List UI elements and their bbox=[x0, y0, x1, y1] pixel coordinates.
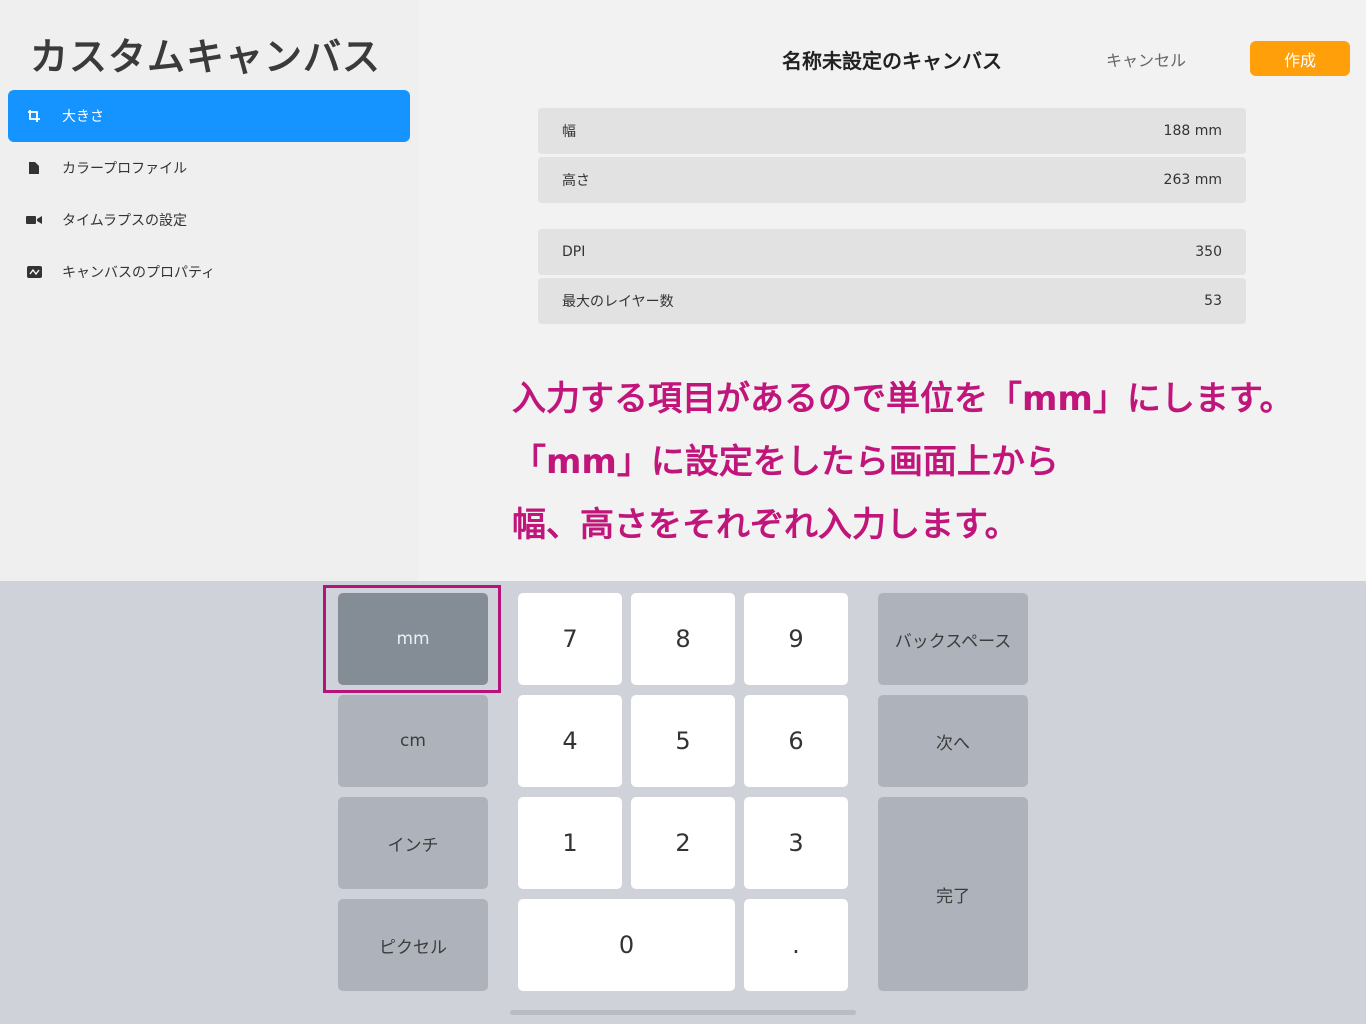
field-value: 53 bbox=[1204, 293, 1222, 309]
digit-2-key[interactable]: 2 bbox=[631, 797, 735, 889]
sidebar-title: カスタムキャンバス bbox=[30, 35, 382, 79]
digit-0-key[interactable]: 0 bbox=[518, 899, 735, 991]
digit-5-key[interactable]: 5 bbox=[631, 695, 735, 787]
done-key[interactable]: 完了 bbox=[878, 797, 1028, 991]
digit-7-key[interactable]: 7 bbox=[518, 593, 622, 685]
field-label: 幅 bbox=[562, 124, 576, 140]
video-camera-icon bbox=[26, 212, 42, 228]
height-field[interactable]: 高さ 263 mm bbox=[538, 157, 1246, 203]
backspace-key[interactable]: バックスペース bbox=[878, 593, 1028, 685]
field-label: 高さ bbox=[562, 173, 590, 189]
sidebar-item-label: タイムラプスの設定 bbox=[62, 213, 188, 229]
properties-icon bbox=[26, 264, 42, 280]
sidebar-item-canvas-properties[interactable]: キャンバスのプロパティ bbox=[8, 246, 410, 298]
digit-4-key[interactable]: 4 bbox=[518, 695, 622, 787]
field-value: 188 mm bbox=[1163, 123, 1222, 139]
unit-inch-key[interactable]: インチ bbox=[338, 797, 488, 889]
digit-8-key[interactable]: 8 bbox=[631, 593, 735, 685]
field-label: DPI bbox=[562, 244, 586, 260]
digit-1-key[interactable]: 1 bbox=[518, 797, 622, 889]
digit-9-key[interactable]: 9 bbox=[744, 593, 848, 685]
crop-icon bbox=[26, 108, 42, 124]
color-profile-icon bbox=[26, 160, 42, 176]
instruction-annotation: 入力する項目があるので単位を「mm」にします。 「mm」に設定をしたら画面上から… bbox=[512, 368, 1342, 557]
unit-pixel-key[interactable]: ピクセル bbox=[338, 899, 488, 991]
unit-mm-key[interactable]: mm bbox=[338, 593, 488, 685]
digit-3-key[interactable]: 3 bbox=[744, 797, 848, 889]
home-indicator bbox=[510, 1010, 856, 1015]
sidebar-item-timelapse[interactable]: タイムラプスの設定 bbox=[8, 194, 410, 246]
field-label: 最大のレイヤー数 bbox=[562, 294, 674, 310]
max-layers-field[interactable]: 最大のレイヤー数 53 bbox=[538, 278, 1246, 324]
annotation-line: 入力する項目があるので単位を「mm」にします。 bbox=[512, 379, 1294, 419]
sidebar-item-label: キャンバスのプロパティ bbox=[62, 265, 216, 281]
annotation-line: 幅、高さをそれぞれ入力します。 bbox=[512, 505, 1019, 545]
annotation-line: 「mm」に設定をしたら画面上から bbox=[512, 442, 1059, 482]
decimal-point-key[interactable]: . bbox=[744, 899, 848, 991]
cancel-button[interactable]: キャンセル bbox=[1086, 47, 1206, 71]
sidebar: カスタムキャンバス 大きさ カラープロファイル タイムラプスの設定 キャンバスの… bbox=[0, 0, 418, 581]
digit-6-key[interactable]: 6 bbox=[744, 695, 848, 787]
sidebar-item-size[interactable]: 大きさ bbox=[8, 90, 410, 142]
field-value: 263 mm bbox=[1163, 172, 1222, 188]
field-value: 350 bbox=[1195, 244, 1222, 260]
dpi-field[interactable]: DPI 350 bbox=[538, 229, 1246, 275]
unit-cm-key[interactable]: cm bbox=[338, 695, 488, 787]
sidebar-item-label: 大きさ bbox=[62, 109, 104, 125]
next-key[interactable]: 次へ bbox=[878, 695, 1028, 787]
sidebar-item-label: カラープロファイル bbox=[62, 161, 188, 177]
canvas-title: 名称未設定のキャンバス bbox=[782, 49, 1002, 73]
custom-canvas-screen: カスタムキャンバス 大きさ カラープロファイル タイムラプスの設定 キャンバスの… bbox=[0, 0, 1366, 1024]
create-button[interactable]: 作成 bbox=[1250, 41, 1350, 76]
sidebar-item-color-profile[interactable]: カラープロファイル bbox=[8, 142, 410, 194]
width-field[interactable]: 幅 188 mm bbox=[538, 108, 1246, 154]
